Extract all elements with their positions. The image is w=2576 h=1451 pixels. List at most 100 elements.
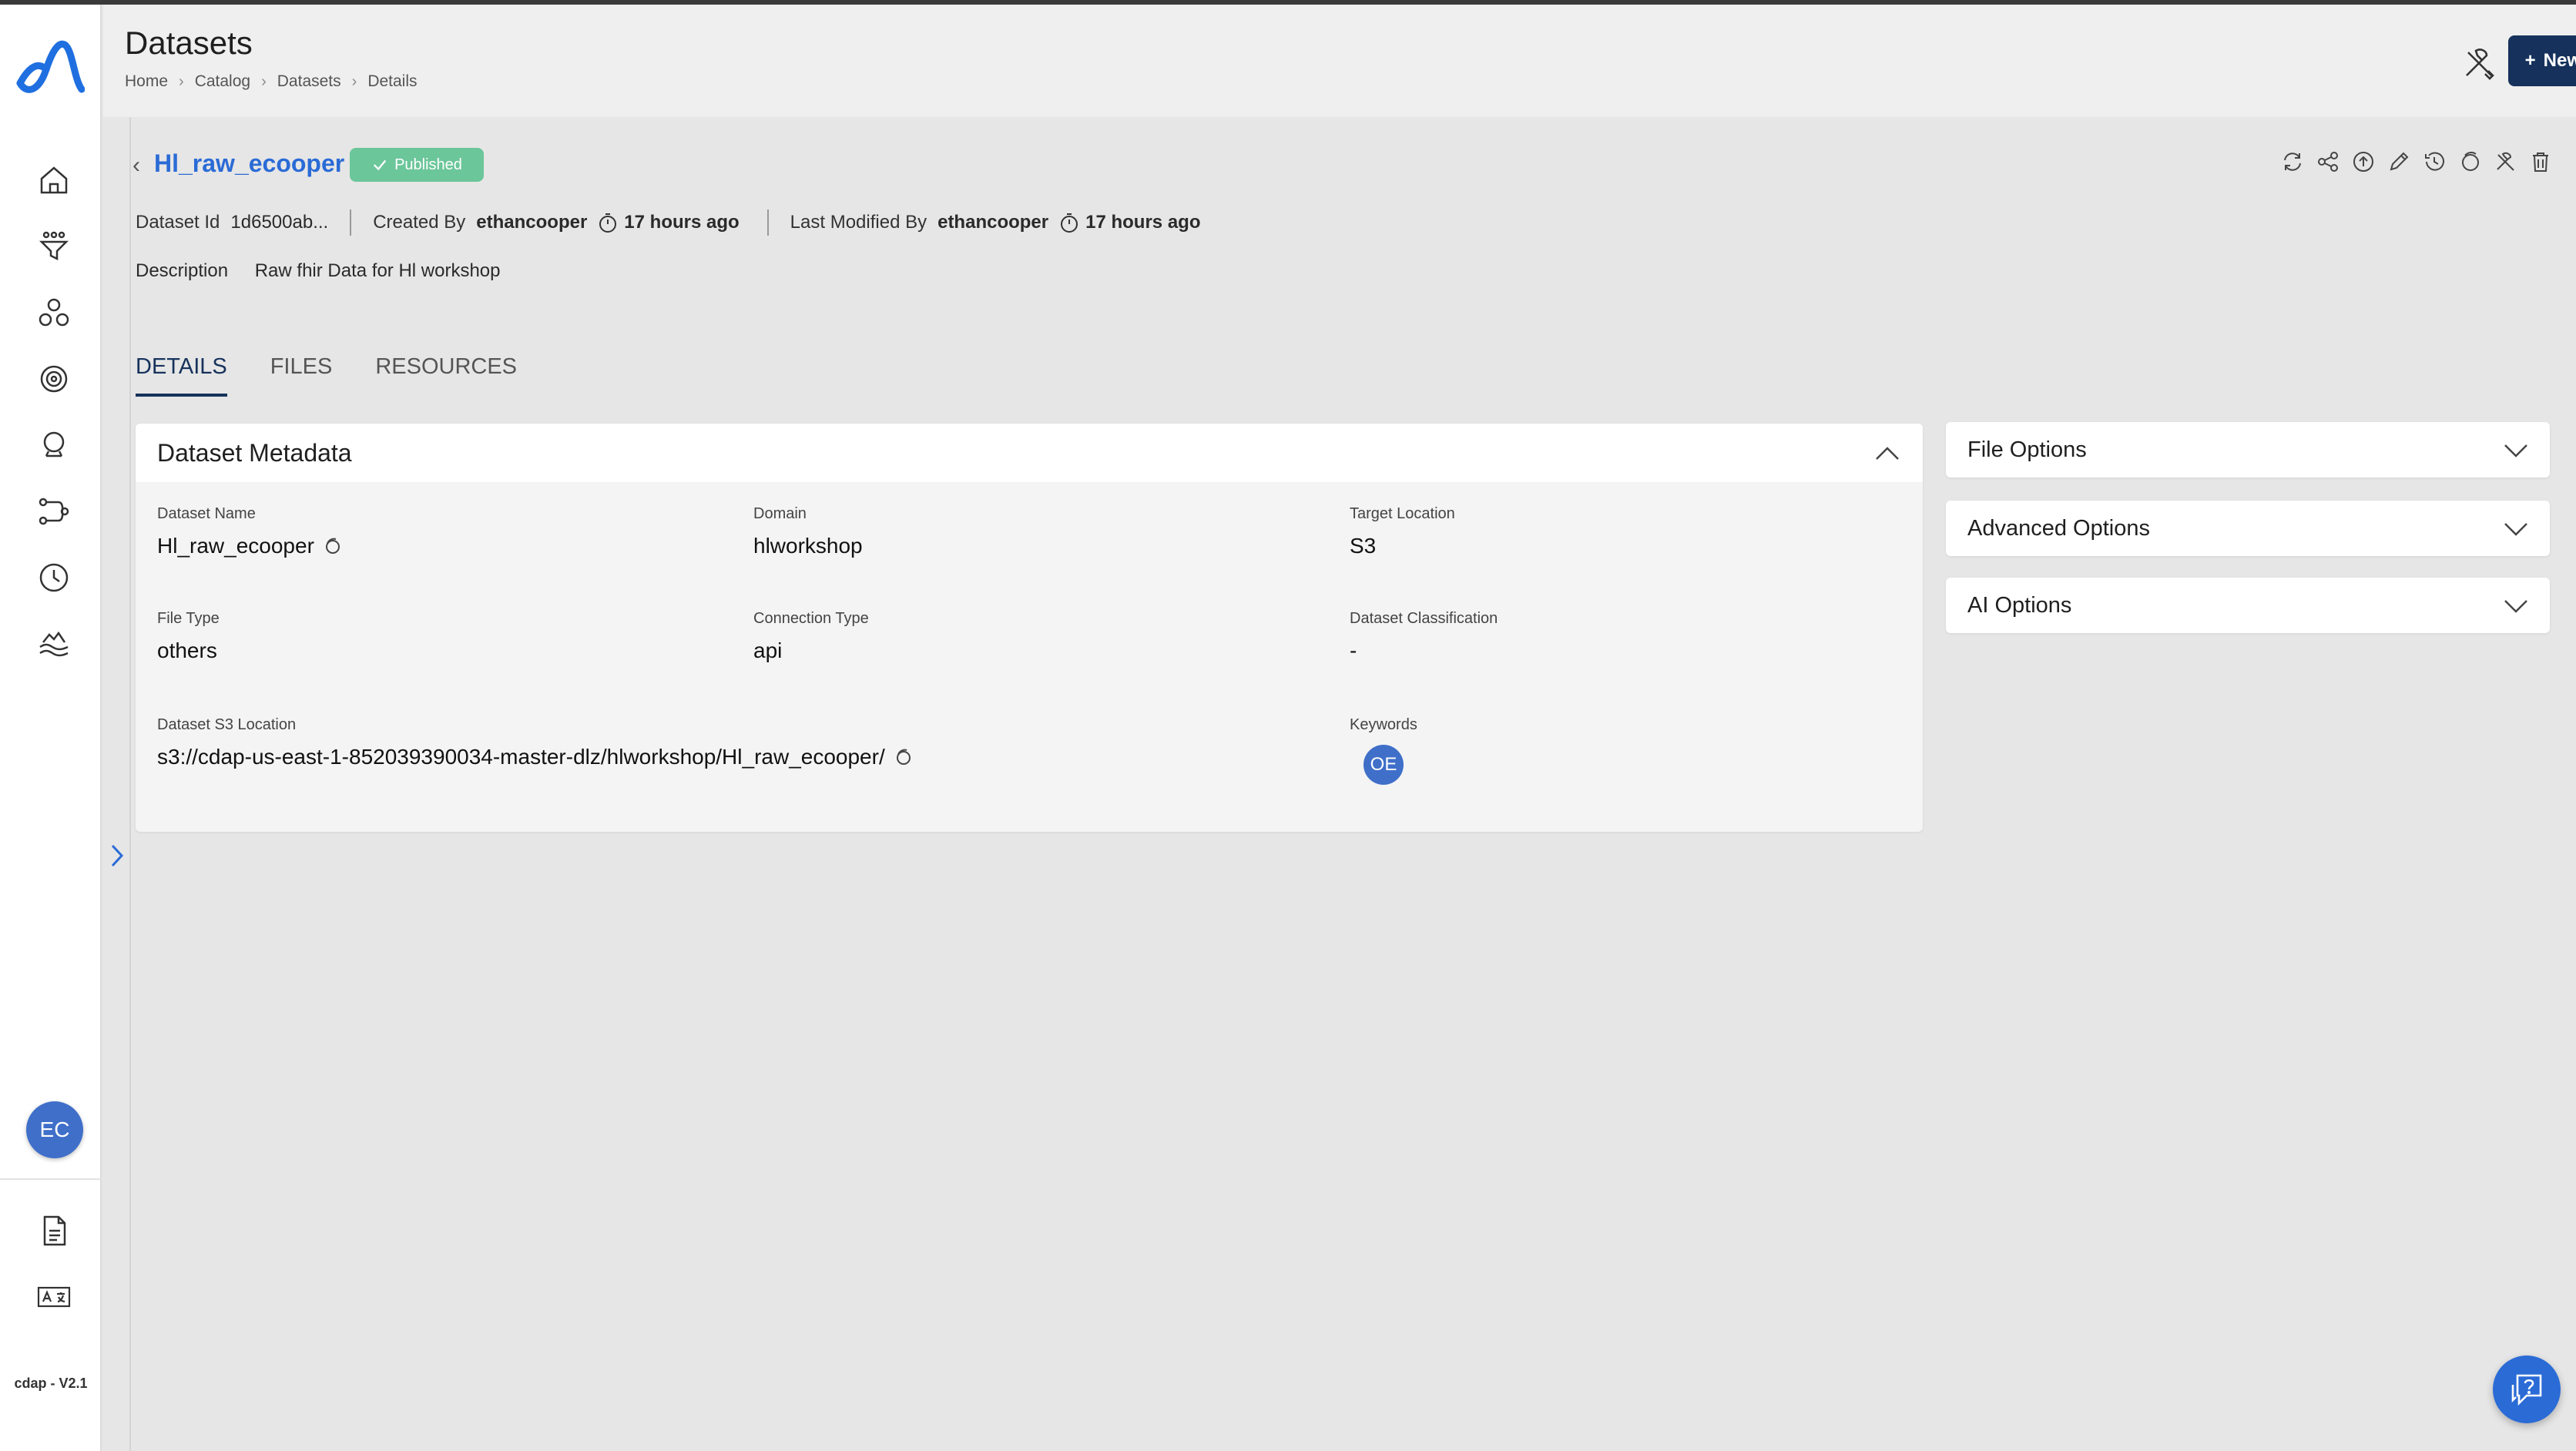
copy-icon[interactable] bbox=[893, 747, 913, 767]
dataset-id-value: 1d6500ab... bbox=[230, 212, 329, 233]
check-icon bbox=[373, 159, 387, 171]
accordion-ai-options[interactable]: AI Options bbox=[1946, 578, 2550, 633]
chevron-down-icon bbox=[2504, 523, 2527, 536]
breadcrumb-catalog[interactable]: Catalog bbox=[195, 72, 250, 91]
description-row: Description Raw fhir Data for Hl worksho… bbox=[136, 260, 501, 282]
target-icon[interactable] bbox=[32, 357, 75, 400]
meta-divider bbox=[350, 209, 352, 236]
accordion-label: AI Options bbox=[1967, 593, 2072, 618]
tools-icon[interactable] bbox=[2460, 45, 2497, 82]
dataset-meta-row: Dataset Id 1d6500ab... Created By ethanc… bbox=[136, 209, 1207, 236]
modified-by-value: ethancooper bbox=[937, 212, 1049, 233]
tab-files[interactable]: FILES bbox=[270, 354, 333, 397]
field-value: hlworkshop bbox=[753, 534, 863, 558]
back-chevron-icon[interactable]: ‹ bbox=[132, 152, 140, 179]
field-label: Dataset Classification bbox=[1350, 610, 1498, 627]
share-icon[interactable] bbox=[2316, 149, 2340, 174]
tab-details[interactable]: DETAILS bbox=[136, 354, 227, 397]
breadcrumb: Home › Catalog › Datasets › Details bbox=[125, 72, 418, 91]
dataset-metadata-card: Dataset Metadata Dataset Name Hl_raw_eco… bbox=[136, 424, 1923, 832]
page-title: Datasets bbox=[125, 25, 253, 61]
filter-funnel-icon[interactable] bbox=[32, 225, 75, 268]
breadcrumb-datasets[interactable]: Datasets bbox=[277, 72, 341, 91]
copy-icon[interactable] bbox=[2457, 149, 2482, 174]
home-icon[interactable] bbox=[32, 159, 75, 202]
field-label: Dataset Name bbox=[157, 505, 256, 522]
created-by-value: ethancooper bbox=[476, 212, 588, 233]
chevron-up-icon[interactable] bbox=[1872, 439, 1903, 467]
field-target-location: Target Location S3 bbox=[1350, 505, 1455, 558]
history-icon[interactable] bbox=[2422, 149, 2447, 174]
detail-tabs: DETAILS FILES RESOURCES bbox=[136, 354, 517, 397]
page-header: Datasets Home › Catalog › Datasets › Det… bbox=[103, 5, 2576, 117]
chevron-right-icon: › bbox=[351, 72, 357, 90]
data-lake-icon[interactable] bbox=[32, 622, 75, 665]
dataset-actions bbox=[2280, 149, 2553, 174]
new-dataset-label: New Dataset bbox=[2543, 50, 2576, 71]
field-s3-location: Dataset S3 Location s3://cdap-us-east-1-… bbox=[157, 716, 913, 769]
field-label: File Type bbox=[157, 610, 220, 627]
refresh-icon[interactable] bbox=[2280, 149, 2305, 174]
description-label: Description bbox=[136, 260, 229, 281]
field-label: Dataset S3 Location bbox=[157, 716, 297, 733]
nodes-icon[interactable] bbox=[32, 291, 75, 334]
meta-divider bbox=[766, 209, 769, 236]
tools-icon[interactable] bbox=[2493, 149, 2517, 174]
created-ago: 17 hours ago bbox=[624, 212, 740, 233]
modified-ago: 17 hours ago bbox=[1085, 212, 1201, 233]
plus-icon: + bbox=[2524, 50, 2536, 71]
breadcrumb-home[interactable]: Home bbox=[125, 72, 168, 91]
field-dataset-name: Dataset Name Hl_raw_ecooper bbox=[157, 505, 342, 558]
chevron-down-icon bbox=[2504, 600, 2527, 613]
translate-icon[interactable] bbox=[32, 1275, 75, 1319]
metadata-card-header[interactable]: Dataset Metadata bbox=[136, 424, 1923, 482]
chevron-right-icon: › bbox=[179, 72, 184, 90]
created-by-label: Created By bbox=[373, 212, 466, 233]
accordion-label: Advanced Options bbox=[1967, 516, 2150, 541]
field-label: Keywords bbox=[1350, 716, 1417, 733]
status-badge-label: Published bbox=[394, 156, 462, 173]
s3-location-value: s3://cdap-us-east-1-852039390034-master-… bbox=[157, 745, 885, 769]
field-value: others bbox=[157, 638, 217, 662]
edit-pencil-icon[interactable] bbox=[2386, 149, 2411, 174]
accordion-label: File Options bbox=[1967, 437, 2087, 462]
field-label: Target Location bbox=[1350, 505, 1455, 522]
copy-icon[interactable] bbox=[322, 536, 342, 556]
chevron-right-icon: › bbox=[261, 72, 267, 90]
timer-icon bbox=[599, 213, 617, 233]
dataset-id-label: Dataset Id bbox=[136, 212, 220, 233]
clock-icon[interactable] bbox=[32, 556, 75, 599]
field-label: Domain bbox=[753, 505, 807, 522]
breadcrumb-details: Details bbox=[367, 72, 418, 90]
keyword-avatar[interactable]: OE bbox=[1363, 745, 1404, 785]
app-logo[interactable] bbox=[15, 35, 85, 100]
accordion-advanced-options[interactable]: Advanced Options bbox=[1946, 501, 2550, 556]
chevron-down-icon bbox=[2504, 444, 2527, 457]
description-value: Raw fhir Data for Hl workshop bbox=[254, 260, 501, 281]
expand-sidebar-chevron-icon[interactable] bbox=[108, 841, 126, 870]
field-value: - bbox=[1350, 638, 1357, 662]
brain-icon[interactable] bbox=[32, 424, 75, 467]
sidebar: EC cdap - V2.1 bbox=[0, 5, 102, 1451]
field-value: s3://cdap-us-east-1-852039390034-master-… bbox=[157, 745, 913, 769]
field-connection-type: Connection Type api bbox=[753, 610, 869, 663]
pipeline-icon[interactable] bbox=[32, 490, 75, 533]
user-avatar[interactable]: EC bbox=[26, 1101, 83, 1158]
field-classification: Dataset Classification - bbox=[1350, 610, 1498, 663]
field-file-type: File Type others bbox=[157, 610, 220, 663]
upload-icon[interactable] bbox=[2351, 149, 2376, 174]
field-label: Connection Type bbox=[753, 610, 869, 627]
document-icon[interactable] bbox=[32, 1209, 75, 1252]
sidebar-divider bbox=[0, 1178, 102, 1180]
tab-resources[interactable]: RESOURCES bbox=[375, 354, 517, 397]
field-keywords: Keywords OE bbox=[1350, 716, 1417, 785]
field-value: api bbox=[753, 638, 783, 662]
field-value: Hl_raw_ecooper bbox=[157, 534, 342, 558]
app-version: cdap - V2.1 bbox=[14, 1376, 88, 1391]
delete-icon[interactable] bbox=[2528, 149, 2553, 174]
accordion-file-options[interactable]: File Options bbox=[1946, 422, 2550, 478]
modified-by-label: Last Modified By bbox=[790, 212, 927, 233]
help-chat-icon bbox=[2511, 1374, 2542, 1406]
help-chat-button[interactable] bbox=[2493, 1355, 2561, 1423]
new-dataset-button[interactable]: + New Dataset bbox=[2508, 35, 2576, 86]
